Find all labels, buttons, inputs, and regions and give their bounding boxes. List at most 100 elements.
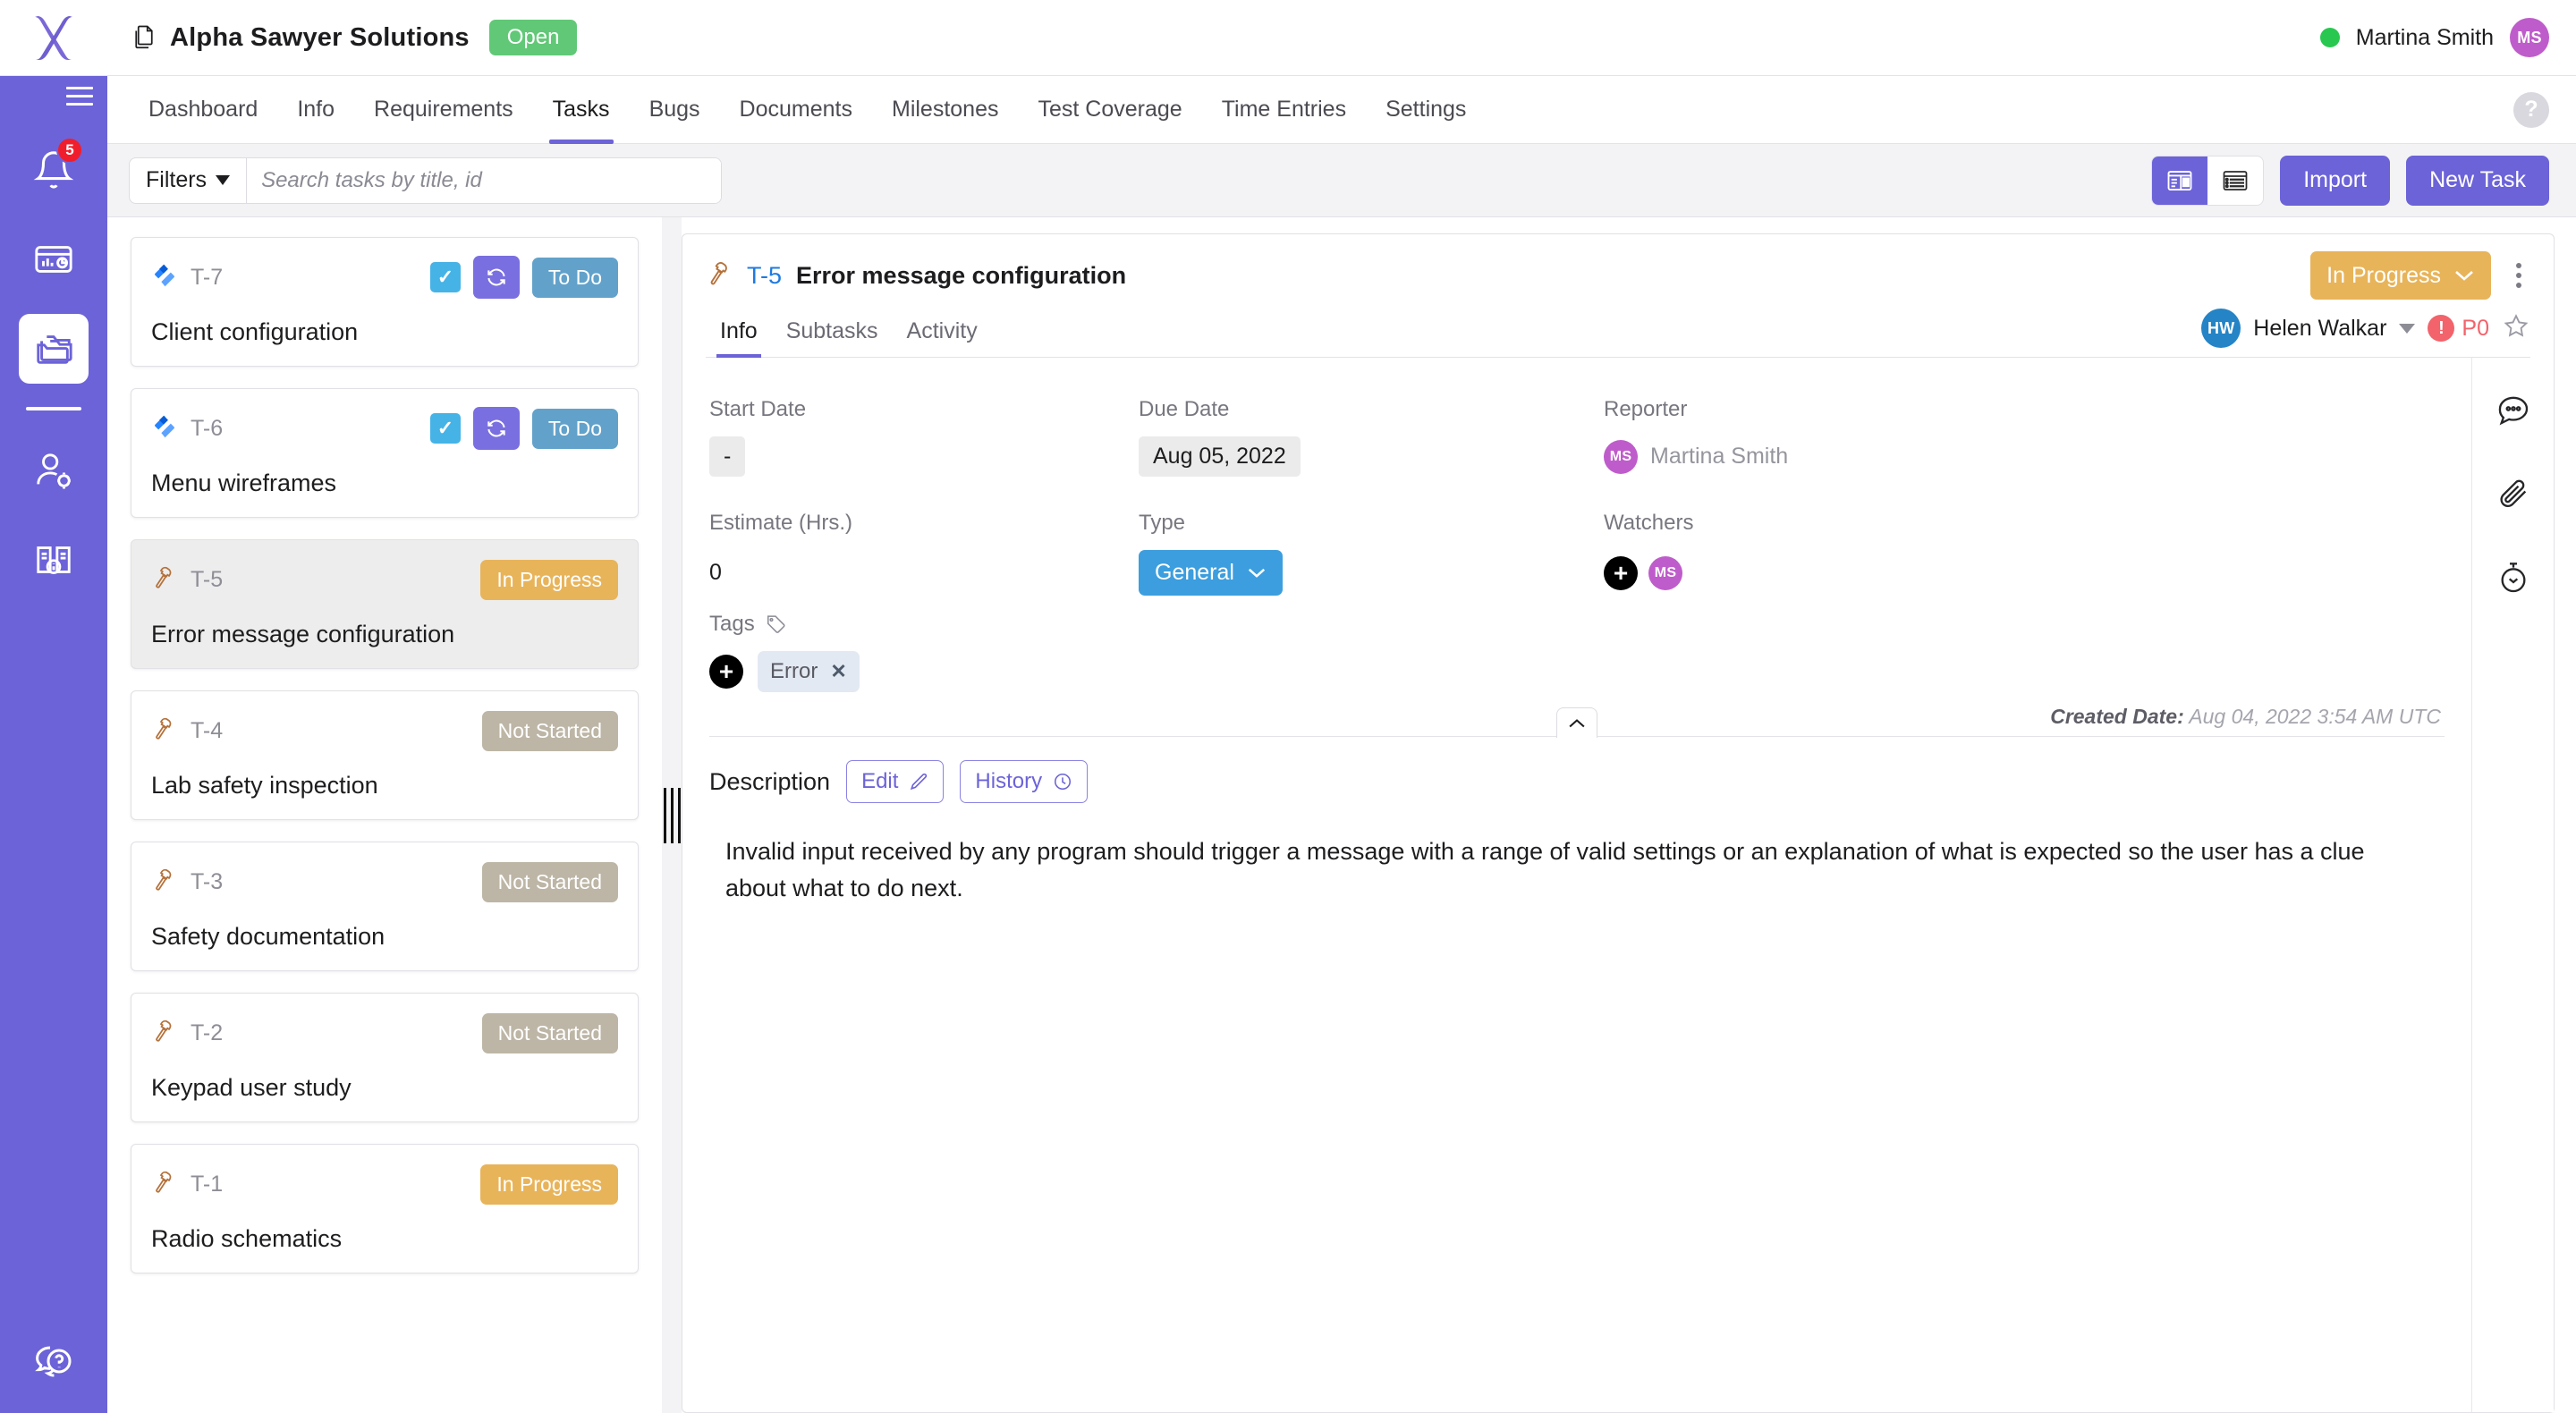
app-logo[interactable] xyxy=(0,0,107,76)
status-badge[interactable]: In Progress xyxy=(480,1163,618,1205)
comment-icon[interactable] xyxy=(2490,386,2537,433)
star-outline-icon[interactable] xyxy=(2502,312,2530,345)
task-checkbox[interactable]: ✓ xyxy=(429,262,461,292)
stopwatch-icon[interactable] xyxy=(2490,554,2537,601)
tag-icon xyxy=(767,615,785,633)
description-label: Description xyxy=(709,767,831,795)
status-badge[interactable]: Not Started xyxy=(481,861,618,902)
task-detail-panel: T-5 Error message configuration In Progr… xyxy=(682,233,2555,1413)
tab-info[interactable]: Info xyxy=(277,76,354,144)
watchers-value-cell: + MS xyxy=(1604,541,2445,612)
task-detail-body: Start Date Due Date Reporter - Aug 05, 2… xyxy=(682,358,2554,1412)
task-detail-header: T-5 Error message configuration In Progr… xyxy=(682,234,2554,358)
sidebar-item-knowledge-base[interactable] xyxy=(19,525,89,595)
task-title: Keypad user study xyxy=(151,1074,352,1101)
new-task-button[interactable]: New Task xyxy=(2406,155,2549,206)
due-date-value[interactable]: Aug 05, 2022 xyxy=(1139,436,1301,477)
resize-grip-icon xyxy=(663,787,681,843)
status-badge[interactable]: Not Started xyxy=(481,1012,618,1053)
split-view-icon[interactable] xyxy=(2152,156,2208,205)
estimate-value[interactable]: 0 xyxy=(709,560,722,586)
task-id: T-3 xyxy=(191,868,224,894)
tab-requirements[interactable]: Requirements xyxy=(354,76,533,144)
assignee-avatar[interactable]: HW xyxy=(2201,309,2241,348)
task-card-t1[interactable]: T-1 In Progress Radio schematics xyxy=(131,1144,639,1273)
jira-icon xyxy=(151,262,178,293)
paperclip-icon[interactable] xyxy=(2490,470,2537,517)
sidebar-item-user-settings[interactable] xyxy=(19,436,89,505)
filters-label: Filters xyxy=(146,167,208,192)
start-date-label: Start Date xyxy=(709,397,807,421)
status-badge[interactable]: To Do xyxy=(531,408,618,449)
hammer-glyph xyxy=(156,717,172,740)
status-dropdown[interactable]: In Progress xyxy=(2310,251,2491,300)
add-tag-button[interactable]: + xyxy=(709,655,743,689)
task-card-t2[interactable]: T-2 Not Started Keypad user study xyxy=(131,993,639,1122)
task-id: T-5 xyxy=(191,566,224,592)
sync-icon[interactable] xyxy=(472,407,520,450)
history-label: History xyxy=(975,769,1043,793)
tab-test-coverage[interactable]: Test Coverage xyxy=(1019,76,1202,144)
hamburger-menu-icon[interactable] xyxy=(0,76,107,115)
task-card-actions: Not Started xyxy=(481,861,618,902)
watcher-avatar[interactable]: MS xyxy=(1648,555,1682,590)
rail-divider xyxy=(26,407,81,410)
task-key-link[interactable]: T-5 xyxy=(747,262,782,290)
tab-settings[interactable]: Settings xyxy=(1366,76,1486,144)
notification-badge: 5 xyxy=(56,137,83,164)
priority-up-icon: ! xyxy=(2428,315,2455,342)
created-date-label: Created Date: xyxy=(2050,705,2184,728)
status-badge[interactable]: To Do xyxy=(531,257,618,298)
estimate-value-cell: 0 xyxy=(709,541,1139,612)
start-date-value[interactable]: - xyxy=(709,436,746,477)
tab-dashboard[interactable]: Dashboard xyxy=(129,76,277,144)
sidebar-item-support[interactable] xyxy=(0,1340,107,1383)
tab-documents[interactable]: Documents xyxy=(720,76,872,144)
edit-description-button[interactable]: Edit xyxy=(846,760,945,803)
tab-bugs[interactable]: Bugs xyxy=(630,76,720,144)
sidebar-item-notifications[interactable]: 5 xyxy=(19,135,89,205)
tab-task-info[interactable]: Info xyxy=(706,308,772,358)
type-dropdown[interactable]: General xyxy=(1139,550,1283,596)
chevron-down-icon[interactable] xyxy=(2399,323,2416,334)
tab-task-activity[interactable]: Activity xyxy=(893,308,992,357)
list-view-icon[interactable] xyxy=(2207,157,2263,205)
import-button[interactable]: Import xyxy=(2280,155,2391,206)
reporter-label: Reporter xyxy=(1604,397,1688,421)
panel-resize-handle[interactable] xyxy=(662,217,682,1413)
status-badge[interactable]: Not Started xyxy=(481,710,618,751)
avatar[interactable]: MS xyxy=(2510,18,2549,57)
tab-tasks[interactable]: Tasks xyxy=(533,76,630,144)
task-card-t4[interactable]: T-4 Not Started Lab safety inspection xyxy=(131,690,639,820)
help-icon[interactable]: ? xyxy=(2513,91,2549,128)
task-card-t7[interactable]: T-7 ✓ To Do Client configuration xyxy=(131,237,639,367)
current-user-name: Martina Smith xyxy=(2355,24,2494,50)
description-history-button[interactable]: History xyxy=(960,760,1089,803)
hammer-icon xyxy=(151,1169,178,1200)
task-card-t5[interactable]: T-5 In Progress Error message configurat… xyxy=(131,539,639,669)
document-copy-icon xyxy=(131,22,157,53)
tab-task-subtasks[interactable]: Subtasks xyxy=(772,308,893,357)
priority-badge[interactable]: ! P0 xyxy=(2428,315,2489,342)
sidebar-item-analytics[interactable] xyxy=(19,224,89,294)
filters-button[interactable]: Filters xyxy=(130,157,248,203)
tab-milestones[interactable]: Milestones xyxy=(872,76,1019,144)
created-date-value: Aug 04, 2022 3:54 AM UTC xyxy=(2189,705,2441,728)
add-watcher-button[interactable]: + xyxy=(1604,555,1638,590)
task-checkbox[interactable]: ✓ xyxy=(429,413,461,444)
task-card-t6[interactable]: T-6 ✓ To Do Menu wireframes xyxy=(131,388,639,518)
search-input[interactable] xyxy=(247,157,722,203)
reporter-row: MS Martina Smith xyxy=(1604,439,1788,474)
tab-time-entries[interactable]: Time Entries xyxy=(1202,76,1366,144)
task-id: T-1 xyxy=(191,1171,224,1197)
remove-tag-icon[interactable]: ✕ xyxy=(830,660,846,683)
sidebar-item-projects[interactable] xyxy=(19,314,89,384)
collapse-details-button[interactable] xyxy=(1556,707,1597,738)
sync-icon[interactable] xyxy=(472,256,520,299)
more-options-icon[interactable] xyxy=(2507,258,2530,293)
task-card-header: T-6 ✓ To Do xyxy=(151,405,618,452)
tag-chip[interactable]: Error ✕ xyxy=(758,651,860,692)
task-card-t3[interactable]: T-3 Not Started Safety documentation xyxy=(131,842,639,971)
status-badge[interactable]: In Progress xyxy=(480,559,618,600)
search-group: Filters xyxy=(129,157,723,204)
